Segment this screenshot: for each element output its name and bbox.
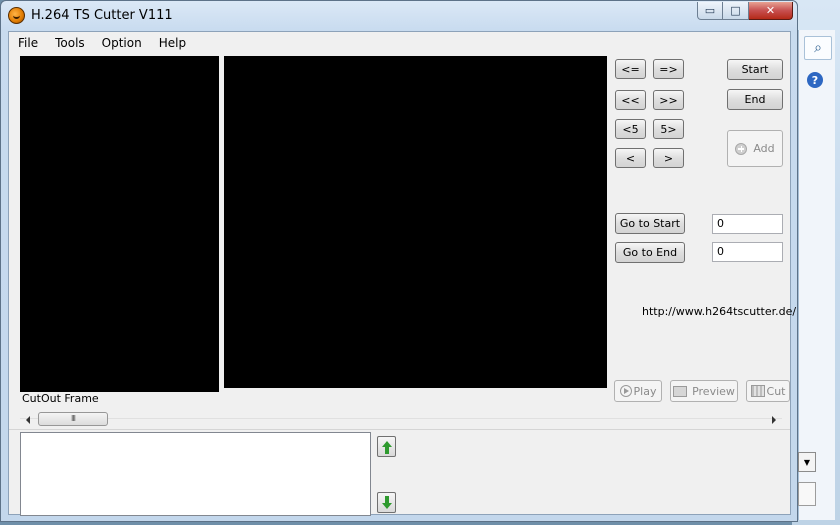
main-window: H.264 TS Cutter V111 ▭ □ ✕ File Tools Op…: [0, 0, 798, 522]
forward-5-button[interactable]: 5>: [653, 119, 684, 139]
preview-button[interactable]: Preview: [670, 380, 738, 402]
close-button[interactable]: ✕: [749, 2, 793, 20]
title-bar[interactable]: H.264 TS Cutter V111 ▭ □ ✕: [1, 1, 797, 31]
website-link[interactable]: http://www.h264tscutter.de/: [642, 305, 796, 318]
next-frame-button[interactable]: =>: [653, 59, 684, 79]
start-button[interactable]: Start: [727, 59, 783, 80]
cutout-frame-label: CutOut Frame: [22, 392, 99, 405]
arrow-right-icon: [772, 415, 776, 424]
add-icon: [735, 142, 748, 155]
play-icon: [619, 385, 632, 397]
move-down-button[interactable]: [377, 492, 396, 513]
help-icon: ?: [807, 72, 823, 88]
menu-bar: File Tools Option Help: [9, 32, 790, 54]
background-dropdown-icon[interactable]: ▼: [798, 452, 816, 472]
caption-buttons: ▭ □ ✕: [697, 2, 793, 20]
video-preview: [224, 56, 607, 388]
end-button[interactable]: End: [727, 89, 783, 110]
maximize-button[interactable]: □: [723, 2, 749, 20]
arrow-up-icon: [381, 441, 392, 454]
separator: [9, 429, 790, 430]
timeline-scrollbar[interactable]: III: [20, 411, 782, 428]
go-to-end-button[interactable]: Go to End: [615, 242, 685, 263]
preview-button-label: Preview: [692, 384, 735, 398]
menu-option[interactable]: Option: [93, 32, 150, 54]
scroll-right-button[interactable]: [766, 411, 782, 428]
go-to-start-button[interactable]: Go to Start: [615, 213, 685, 234]
cut-icon: [750, 385, 765, 397]
cut-button-label: Cut: [766, 384, 786, 398]
play-button-label: Play: [633, 384, 657, 398]
client-area: File Tools Option Help CutOut Frame <= =…: [8, 31, 796, 516]
start-position-field[interactable]: 0: [712, 214, 783, 234]
add-button[interactable]: Add: [727, 130, 783, 167]
play-button[interactable]: Play: [614, 380, 662, 402]
pumpkin-app-icon[interactable]: [8, 7, 25, 24]
minimize-button[interactable]: ▭: [697, 2, 723, 20]
menu-help[interactable]: Help: [150, 32, 194, 54]
end-position-field[interactable]: 0: [712, 242, 783, 262]
scroll-left-button[interactable]: [20, 411, 36, 428]
arrow-down-icon: [381, 496, 392, 509]
step-back-button[interactable]: <: [615, 148, 646, 168]
cutout-frame-preview: [20, 56, 219, 392]
background-field[interactable]: [798, 482, 816, 506]
cut-list[interactable]: [20, 432, 371, 516]
background-panel: [798, 30, 835, 520]
add-button-label: Add: [753, 142, 775, 155]
move-up-button[interactable]: [377, 436, 396, 457]
scrollbar-track: [20, 418, 782, 419]
tv-icon: [673, 385, 688, 397]
arrow-left-icon: [26, 415, 30, 424]
step-forward-button[interactable]: >: [653, 148, 684, 168]
window-title: H.264 TS Cutter V111: [31, 8, 173, 23]
background-help-icon[interactable]: ?: [804, 70, 826, 90]
menu-tools[interactable]: Tools: [46, 32, 93, 54]
cut-button[interactable]: Cut: [746, 380, 790, 402]
menu-file[interactable]: File: [9, 32, 46, 54]
rewind-button[interactable]: <<: [615, 90, 646, 110]
background-search-icon[interactable]: ⌕: [804, 36, 832, 60]
fast-forward-button[interactable]: >>: [653, 90, 684, 110]
back-5-button[interactable]: <5: [615, 119, 646, 139]
prev-frame-button[interactable]: <=: [615, 59, 646, 79]
scrollbar-thumb[interactable]: III: [38, 412, 108, 426]
